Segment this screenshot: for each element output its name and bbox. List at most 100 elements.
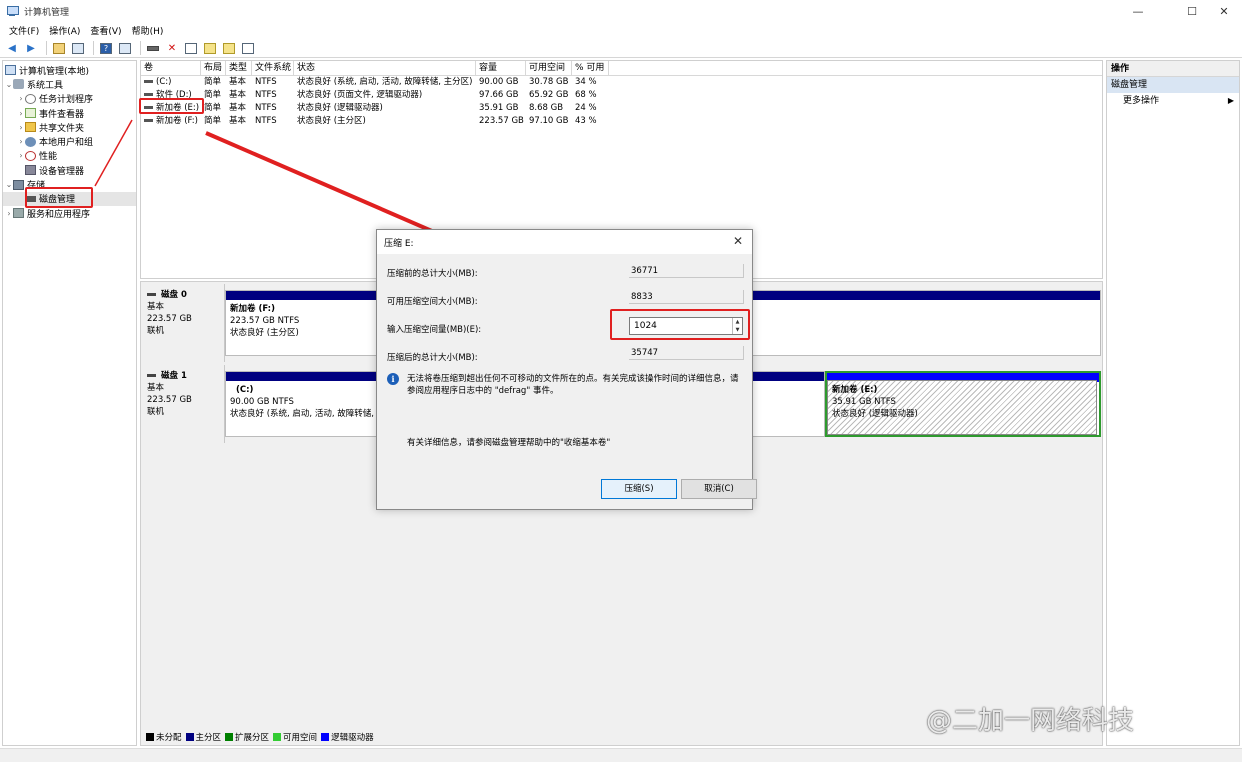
open-icon[interactable] bbox=[202, 41, 218, 55]
legend-swatch-logical bbox=[321, 733, 330, 741]
tree-item-task-scheduler[interactable]: › 任务计划程序 bbox=[3, 92, 136, 106]
check-icon[interactable] bbox=[183, 41, 199, 55]
triangle-right-icon: ▶ bbox=[1227, 96, 1234, 105]
column-header-status[interactable]: 状态 bbox=[294, 61, 476, 75]
help-reference-text: 有关详细信息，请参阅磁盘管理帮助中的"收缩基本卷" bbox=[407, 438, 611, 448]
column-header-layout[interactable]: 布局 bbox=[201, 61, 226, 75]
tree-root[interactable]: 计算机管理(本地) bbox=[3, 63, 136, 77]
close-icon[interactable]: ✕ bbox=[730, 233, 746, 249]
console-tree-icon[interactable] bbox=[70, 41, 86, 55]
tree-item-shared-folders[interactable]: › 共享文件夹 bbox=[3, 120, 136, 134]
help-icon[interactable]: ? bbox=[98, 41, 114, 55]
minimize-button[interactable]: — bbox=[1120, 0, 1156, 22]
chevron-down-icon[interactable]: ⌄ bbox=[5, 180, 13, 189]
tools-icon bbox=[13, 79, 24, 90]
actions-pane: 操作 磁盘管理 更多操作 ▶ bbox=[1106, 60, 1240, 746]
column-header-percent-free[interactable]: % 可用 bbox=[572, 61, 609, 75]
menu-view[interactable]: 查看(V) bbox=[85, 24, 126, 37]
column-header-filesystem[interactable]: 文件系统 bbox=[252, 61, 294, 75]
disk-label[interactable]: 磁盘 0 基本 223.57 GB 联机 bbox=[141, 284, 225, 362]
back-arrow-icon[interactable]: ◀ bbox=[4, 41, 20, 55]
navigation-tree: 计算机管理(本地) ⌄ 系统工具 › 任务计划程序 › 事件查看器 › 共享文件… bbox=[2, 60, 137, 746]
device-manager-icon bbox=[25, 165, 36, 176]
dialog-title-bar: 压缩 E: ✕ bbox=[377, 230, 752, 254]
available-space-value: 8833 bbox=[629, 290, 744, 304]
tree-item-event-viewer[interactable]: › 事件查看器 bbox=[3, 106, 136, 120]
computer-icon bbox=[5, 65, 16, 76]
column-header-volume[interactable]: 卷 bbox=[141, 61, 201, 75]
total-after-value: 35747 bbox=[629, 346, 744, 360]
chevron-right-icon[interactable]: › bbox=[5, 209, 13, 218]
forward-arrow-icon[interactable]: ▶ bbox=[23, 41, 39, 55]
actions-section-disk-management[interactable]: 磁盘管理 bbox=[1107, 77, 1239, 93]
chevron-right-icon[interactable]: › bbox=[17, 123, 25, 132]
legend-swatch-free-space bbox=[273, 733, 282, 741]
shrink-button[interactable]: 压缩(S) bbox=[601, 479, 677, 499]
info-icon: i bbox=[387, 373, 399, 385]
info-message: 无法将卷压缩到超出任何不可移动的文件所在的点。有关完成该操作时间的详细信息，请参… bbox=[407, 374, 739, 396]
up-folder-icon[interactable] bbox=[51, 41, 67, 55]
maximize-button[interactable]: ☐ bbox=[1174, 0, 1210, 22]
tree-item-system-tools[interactable]: ⌄ 系统工具 bbox=[3, 77, 136, 91]
partition-e[interactable]: 新加卷 (E:) 35.91 GB NTFS 状态良好 (逻辑驱动器) bbox=[827, 380, 1097, 435]
actions-header: 操作 bbox=[1107, 61, 1239, 77]
toolbar: ◀ ▶ ? ✕ bbox=[0, 39, 1242, 58]
cancel-button[interactable]: 取消(C) bbox=[681, 479, 757, 499]
search-icon[interactable] bbox=[221, 41, 237, 55]
delete-icon[interactable]: ✕ bbox=[164, 41, 180, 55]
properties-icon[interactable] bbox=[117, 41, 133, 55]
tree-item-performance[interactable]: › 性能 bbox=[3, 149, 136, 163]
storage-icon bbox=[13, 179, 24, 190]
users-icon bbox=[25, 136, 36, 147]
watermark: @二加一网络科技 bbox=[926, 706, 1135, 736]
menu-action[interactable]: 操作(A) bbox=[44, 24, 85, 37]
event-log-icon bbox=[25, 108, 36, 119]
close-button[interactable]: ✕ bbox=[1206, 0, 1242, 22]
tree-item-local-users[interactable]: › 本地用户和组 bbox=[3, 134, 136, 148]
column-header-type[interactable]: 类型 bbox=[226, 61, 252, 75]
more-actions-item[interactable]: 更多操作 ▶ bbox=[1107, 93, 1239, 109]
menu-bar: 文件(F) 操作(A) 查看(V) 帮助(H) bbox=[0, 22, 1242, 39]
total-after-label: 压缩后的总计大小(MB): bbox=[387, 353, 478, 363]
title-bar: 计算机管理 — ☐ ✕ bbox=[0, 0, 1242, 22]
services-icon bbox=[13, 208, 24, 219]
menu-file[interactable]: 文件(F) bbox=[4, 24, 44, 37]
legend-swatch-unallocated bbox=[146, 733, 154, 741]
tree-item-services[interactable]: › 服务和应用程序 bbox=[3, 206, 136, 220]
toolbar-divider bbox=[140, 41, 141, 55]
annotation-highlight-shrink-input bbox=[610, 309, 750, 340]
column-header-capacity[interactable]: 容量 bbox=[476, 61, 526, 75]
legend-swatch-extended bbox=[225, 733, 234, 741]
shrink-dialog: 压缩 E: ✕ 压缩前的总计大小(MB): 36771 可用压缩空间大小(MB)… bbox=[376, 229, 757, 510]
table-row[interactable]: (C:) 简单 基本 NTFS 状态良好 (系统, 启动, 活动, 故障转储, … bbox=[141, 76, 1102, 89]
volume-icon bbox=[144, 93, 153, 96]
computer-management-icon bbox=[6, 5, 19, 17]
total-before-label: 压缩前的总计大小(MB): bbox=[387, 269, 478, 279]
chevron-right-icon[interactable]: › bbox=[17, 109, 25, 118]
connect-icon[interactable] bbox=[145, 41, 161, 55]
disk-icon bbox=[147, 374, 156, 377]
clock-icon bbox=[25, 93, 36, 104]
chevron-right-icon[interactable]: › bbox=[17, 137, 25, 146]
disk-icon bbox=[147, 293, 156, 296]
volume-icon bbox=[144, 80, 153, 83]
tree-item-device-manager[interactable]: 设备管理器 bbox=[3, 163, 136, 177]
toolbar-divider bbox=[93, 41, 94, 55]
status-bar bbox=[0, 748, 1242, 762]
window-title: 计算机管理 bbox=[24, 7, 70, 18]
table-row[interactable]: 新加卷 (F:) 简单 基本 NTFS 状态良好 (主分区) 223.57 GB… bbox=[141, 115, 1102, 128]
chevron-right-icon[interactable]: › bbox=[17, 94, 25, 103]
toolbar-divider bbox=[46, 41, 47, 55]
column-header-free-space[interactable]: 可用空间 bbox=[526, 61, 572, 75]
legend: 未分配 主分区 扩展分区 可用空间 逻辑驱动器 bbox=[142, 730, 374, 744]
list-view-icon[interactable] bbox=[240, 41, 256, 55]
dialog-title: 压缩 E: bbox=[384, 238, 414, 249]
annotation-highlight-volume-e bbox=[139, 98, 204, 114]
total-before-value: 36771 bbox=[629, 264, 744, 278]
table-row[interactable]: 新加卷 (E:) 简单 基本 NTFS 状态良好 (逻辑驱动器) 35.91 G… bbox=[141, 102, 1102, 115]
chevron-right-icon[interactable]: › bbox=[17, 151, 25, 160]
disk-label[interactable]: 磁盘 1 基本 223.57 GB 联机 bbox=[141, 365, 225, 443]
table-row[interactable]: 软件 (D:) 简单 基本 NTFS 状态良好 (页面文件, 逻辑驱动器) 97… bbox=[141, 89, 1102, 102]
chevron-down-icon[interactable]: ⌄ bbox=[5, 80, 13, 89]
menu-help[interactable]: 帮助(H) bbox=[127, 24, 169, 37]
